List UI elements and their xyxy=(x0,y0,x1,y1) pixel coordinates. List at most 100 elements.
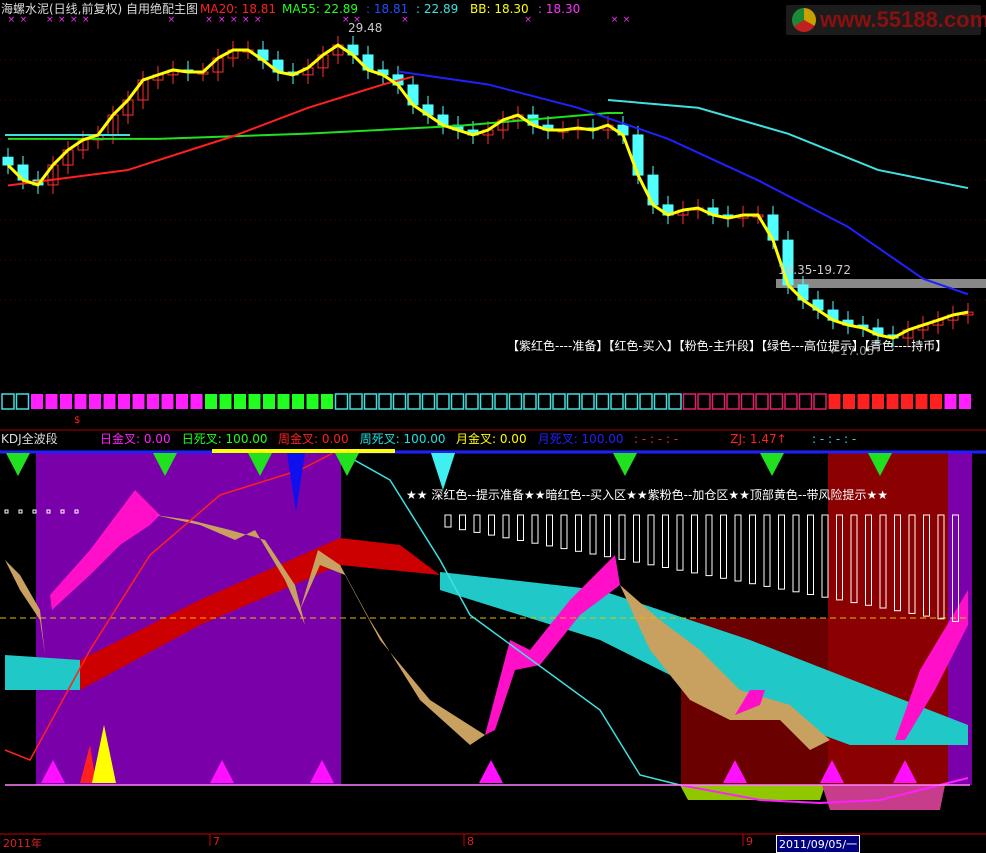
signal-square xyxy=(334,393,349,410)
signal-square xyxy=(682,393,697,410)
volume-box xyxy=(734,514,742,582)
volume-box xyxy=(531,514,539,544)
kdj-value-0: 日金叉: 0.00 xyxy=(100,432,171,446)
axis-label-sep: 9 xyxy=(746,835,753,848)
signal-square xyxy=(190,394,203,409)
candle xyxy=(2,156,14,166)
kdj-value-4: 月金叉: 0.00 xyxy=(456,432,527,446)
volume-box xyxy=(604,514,611,558)
high-label: 29.48 xyxy=(348,21,383,35)
volume-box xyxy=(778,514,785,590)
marker-x-icon: × xyxy=(20,15,28,25)
green-triangle-icon xyxy=(760,453,784,476)
volume-box xyxy=(821,514,829,598)
volume-box xyxy=(807,514,814,595)
signal-square xyxy=(959,394,971,409)
signal-square xyxy=(726,393,740,410)
blue-ma-line xyxy=(397,70,969,296)
dollar-marker: $ xyxy=(74,415,81,426)
signal-square xyxy=(45,394,58,409)
signal-square xyxy=(234,394,246,409)
signal-square xyxy=(930,394,942,409)
green-triangle-icon xyxy=(6,453,30,476)
signal-square xyxy=(321,394,333,409)
marker-x-icon: × xyxy=(205,15,213,25)
volume-box xyxy=(691,514,698,574)
signal-square xyxy=(523,393,537,410)
signal-square xyxy=(537,393,552,410)
volume-box xyxy=(546,514,553,547)
dot-box xyxy=(4,509,9,514)
signal-square xyxy=(89,394,101,409)
signal-square xyxy=(872,394,884,409)
marker-x-icon: × xyxy=(218,15,226,25)
signal-square xyxy=(176,394,188,409)
signal-square xyxy=(161,394,174,409)
signal-square xyxy=(668,393,682,410)
volume-box xyxy=(575,514,582,552)
marker-x-icon: × xyxy=(8,15,16,25)
signal-square xyxy=(828,394,841,409)
volume-box xyxy=(589,514,597,555)
kdj-value-6: : - : - : - xyxy=(634,432,679,446)
marker-x-icon: × xyxy=(254,15,262,25)
kdj-value-3: 周死叉: 100.00 xyxy=(359,432,446,446)
volume-box xyxy=(473,514,481,533)
kdj-value-5: 月死叉: 100.00 xyxy=(537,432,624,446)
kdj-value-1: 日死叉: 100.00 xyxy=(181,432,268,446)
signal-square xyxy=(421,393,436,410)
dot-box xyxy=(18,509,23,514)
signal-square xyxy=(697,393,711,410)
signal-square xyxy=(118,394,130,409)
signal-square xyxy=(465,393,479,410)
volume-box xyxy=(676,514,684,571)
green-triangle-icon xyxy=(613,453,637,476)
signal-square xyxy=(60,394,72,409)
kdj-value-2: 周金叉: 0.00 xyxy=(278,432,349,446)
signal-square xyxy=(450,393,465,410)
volume-box xyxy=(647,514,655,566)
marker-x-icon: × xyxy=(82,15,90,25)
signal-square xyxy=(915,394,928,409)
signal-square xyxy=(886,394,899,409)
signal-square xyxy=(595,393,610,410)
signal-square xyxy=(813,393,827,410)
volume-box xyxy=(662,514,669,568)
volume-box xyxy=(720,514,727,579)
signal-square xyxy=(219,394,232,409)
signal-square xyxy=(857,394,870,409)
range-label: 19.35-19.72 xyxy=(778,263,852,277)
signal-square xyxy=(1,393,15,410)
signal-square xyxy=(248,394,261,409)
cyan-band xyxy=(5,655,80,690)
signal-square xyxy=(711,393,726,410)
close-line xyxy=(6,43,969,340)
marker-x-icon: × xyxy=(524,15,532,25)
signal-square xyxy=(263,394,275,409)
signal-square xyxy=(479,393,494,410)
signal-square xyxy=(392,393,407,410)
marker-x-icon: × xyxy=(623,15,631,25)
signal-square xyxy=(205,394,217,409)
signal-square xyxy=(798,393,813,410)
signal-square xyxy=(436,393,450,410)
signal-square xyxy=(610,393,624,410)
signal-square xyxy=(653,393,668,410)
signal-square xyxy=(784,393,798,410)
color-legend: 【紫红色----准备】【红色-买入】【粉色-主升段】【绿色---高位提示】【青色… xyxy=(507,339,948,353)
signal-square xyxy=(31,394,43,409)
signal-square xyxy=(769,393,784,410)
signal-square xyxy=(944,394,957,409)
signal-square xyxy=(349,393,363,410)
signal-square xyxy=(639,393,653,410)
signal-square xyxy=(15,393,30,410)
signal-square xyxy=(407,393,421,410)
signal-square xyxy=(277,394,290,409)
volume-box xyxy=(705,514,713,577)
magenta-triangle-icon xyxy=(479,760,503,783)
kdj-title: KDJ全波段 xyxy=(1,432,58,446)
volume-box xyxy=(792,514,800,593)
signal-square xyxy=(901,394,913,409)
volume-box xyxy=(502,514,510,539)
cyan-ma-line xyxy=(607,99,969,190)
